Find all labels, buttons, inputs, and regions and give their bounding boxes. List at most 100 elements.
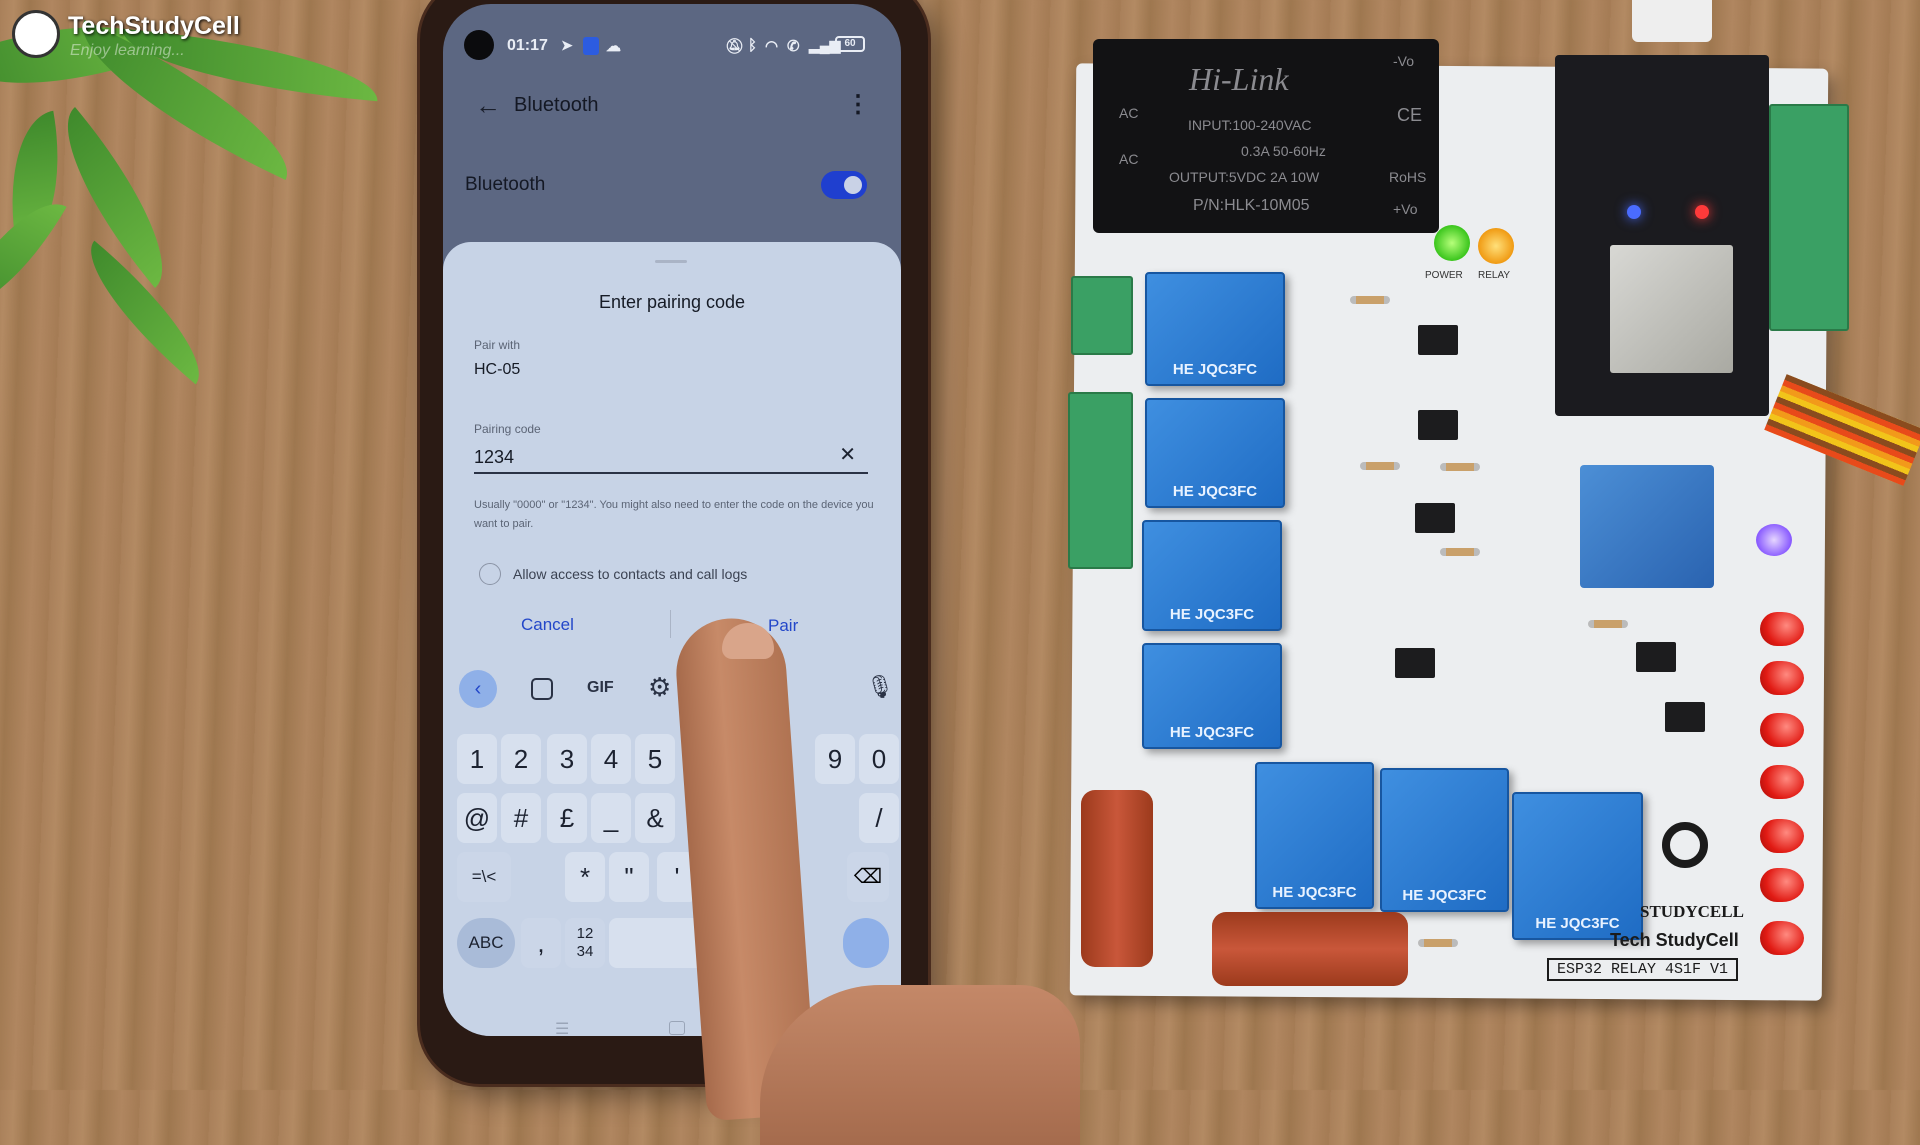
key-5[interactable]: 9 — [815, 734, 855, 784]
relay-label: HE JQC3FC — [1169, 724, 1255, 741]
key-3[interactable]: 4 — [591, 734, 631, 784]
power-module: Hi-Link INPUT:100-240VAC 0.3A 50-60Hz OU… — [1093, 39, 1439, 233]
relay-led-label: RELAY — [1478, 270, 1511, 281]
red-led — [1760, 765, 1804, 799]
relay: HE JQC3FC — [1255, 762, 1374, 909]
red-led — [1760, 713, 1804, 747]
psu-brand: Hi-Link — [1189, 61, 1289, 97]
power-led-label: POWER — [1425, 270, 1463, 281]
optocoupler — [1418, 410, 1458, 440]
clear-icon[interactable]: ✕ — [839, 442, 856, 467]
symbol-key[interactable]: _ — [591, 793, 631, 843]
relay: HE JQC3FC — [1512, 792, 1643, 940]
symbol-key[interactable]: @ — [457, 793, 497, 843]
optocoupler — [1636, 642, 1676, 672]
relay: HE JQC3FC — [1145, 272, 1285, 386]
watermark-brand: TechStudyCell — [68, 12, 240, 40]
pair-button[interactable]: Pair — [768, 616, 798, 636]
button-divider — [670, 610, 671, 638]
device-name: HC-05 — [474, 361, 521, 378]
relay: HE JQC3FC — [1380, 768, 1509, 912]
symbol-key[interactable]: # — [501, 793, 541, 843]
rgb-led — [1756, 524, 1792, 556]
back-button[interactable]: ← — [475, 90, 501, 121]
resistor — [1588, 620, 1628, 628]
bluetooth-module-hc05 — [1580, 465, 1714, 588]
studycell-logo — [1662, 822, 1708, 868]
psu-vo-plus: +Vo — [1393, 201, 1418, 217]
more-options-button[interactable]: ⋮ — [846, 90, 870, 119]
optocoupler — [1418, 325, 1458, 355]
relay-label: HE JQC3FC — [1169, 606, 1255, 623]
esp32-module — [1555, 55, 1769, 416]
resistor — [1360, 462, 1400, 470]
sticker-icon[interactable] — [531, 678, 553, 700]
nav-home-icon[interactable] — [669, 1021, 685, 1035]
relay-status-led — [1478, 228, 1514, 264]
cloud-icon: ☁ — [606, 38, 621, 55]
gif-button[interactable]: GIF — [587, 679, 614, 697]
power-led — [1434, 225, 1470, 261]
psu-ac-2: AC — [1119, 151, 1139, 167]
cancel-button[interactable]: Cancel — [521, 615, 574, 635]
psu-vo-minus: -Vo — [1393, 53, 1415, 69]
symbol-key[interactable]: £ — [547, 793, 587, 843]
key-2[interactable]: 3 — [547, 734, 587, 784]
telegram-icon: ➤ — [561, 37, 573, 53]
optocoupler — [1665, 702, 1705, 732]
red-led — [1760, 612, 1804, 646]
keyboard-back-button[interactable]: ‹ — [459, 670, 497, 708]
page-title: Bluetooth — [514, 94, 599, 116]
symbol-key[interactable]: =\< — [457, 852, 511, 902]
relay: HE JQC3FC — [1142, 520, 1282, 631]
usb-cable — [1632, 0, 1712, 42]
symbol-key[interactable]: " — [609, 852, 649, 902]
symbol-key[interactable]: * — [565, 852, 605, 902]
call-icon: ✆ — [787, 38, 800, 55]
enter-key[interactable] — [843, 918, 889, 968]
esp32-shield — [1610, 245, 1733, 373]
backspace-key[interactable]: ⌫ — [847, 852, 889, 902]
esp32-blue-led — [1627, 205, 1641, 219]
dialog-title: Enter pairing code — [598, 292, 746, 312]
psu-ac-1: AC — [1119, 105, 1139, 121]
phone-screen: 01:17 ➤ ☁ 🔕︎ ᛒ ◠ ✆ ▂▄▆ 60 ← Bluetooth ⋮ … — [443, 4, 901, 1036]
pairing-code-input[interactable]: 1234 ✕ — [474, 442, 868, 474]
keyboard: ‹ GIF ⚙ 🎙︎ 1234590@#£_&/=\<*"': ⌫ ABC , … — [443, 662, 901, 1036]
relay: HE JQC3FC — [1142, 643, 1282, 749]
symbol-key[interactable]: / — [859, 793, 899, 843]
bluetooth-toggle[interactable] — [821, 171, 867, 199]
logo-text: STUDYCELL — [1640, 902, 1744, 921]
terminal-block-3 — [1769, 104, 1849, 331]
bluetooth-status-icon: ᛒ — [748, 37, 758, 54]
key-4[interactable]: 5 — [635, 734, 675, 784]
optocoupler — [1395, 648, 1435, 678]
app-notification-icon — [583, 37, 599, 55]
capacitor-2 — [1212, 912, 1408, 986]
key-1[interactable]: 2 — [501, 734, 541, 784]
key-6[interactable]: 0 — [859, 734, 899, 784]
resistor — [1440, 463, 1480, 471]
nav-recent-icon[interactable]: ☰ — [555, 1019, 569, 1036]
key-0[interactable]: 1 — [457, 734, 497, 784]
settings-icon[interactable]: ⚙ — [648, 672, 671, 703]
comma-key[interactable]: , — [521, 918, 561, 968]
pair-with-label: Pair with — [474, 338, 521, 352]
red-led — [1760, 921, 1804, 955]
numpad-key[interactable]: 12 34 — [565, 918, 605, 968]
psu-ce: CE — [1397, 105, 1423, 125]
contacts-checkbox[interactable] — [479, 563, 501, 585]
symbol-key[interactable]: & — [635, 793, 675, 843]
capacitor-1 — [1081, 790, 1153, 967]
terminal-block-2 — [1068, 392, 1133, 569]
abc-key[interactable]: ABC — [457, 918, 515, 968]
red-led — [1760, 661, 1804, 695]
red-led — [1760, 819, 1804, 853]
status-time: 01:17 — [507, 37, 548, 54]
microphone-icon[interactable]: 🎙︎ — [866, 674, 894, 700]
board-version: ESP32 RELAY 4S1F V1 — [1547, 958, 1739, 981]
drag-handle[interactable] — [655, 260, 687, 263]
relay-label: HE JQC3FC — [1402, 887, 1487, 904]
contacts-checkbox-label: Allow access to contacts and call logs — [513, 566, 748, 582]
wifi-icon: ◠ — [765, 38, 779, 55]
